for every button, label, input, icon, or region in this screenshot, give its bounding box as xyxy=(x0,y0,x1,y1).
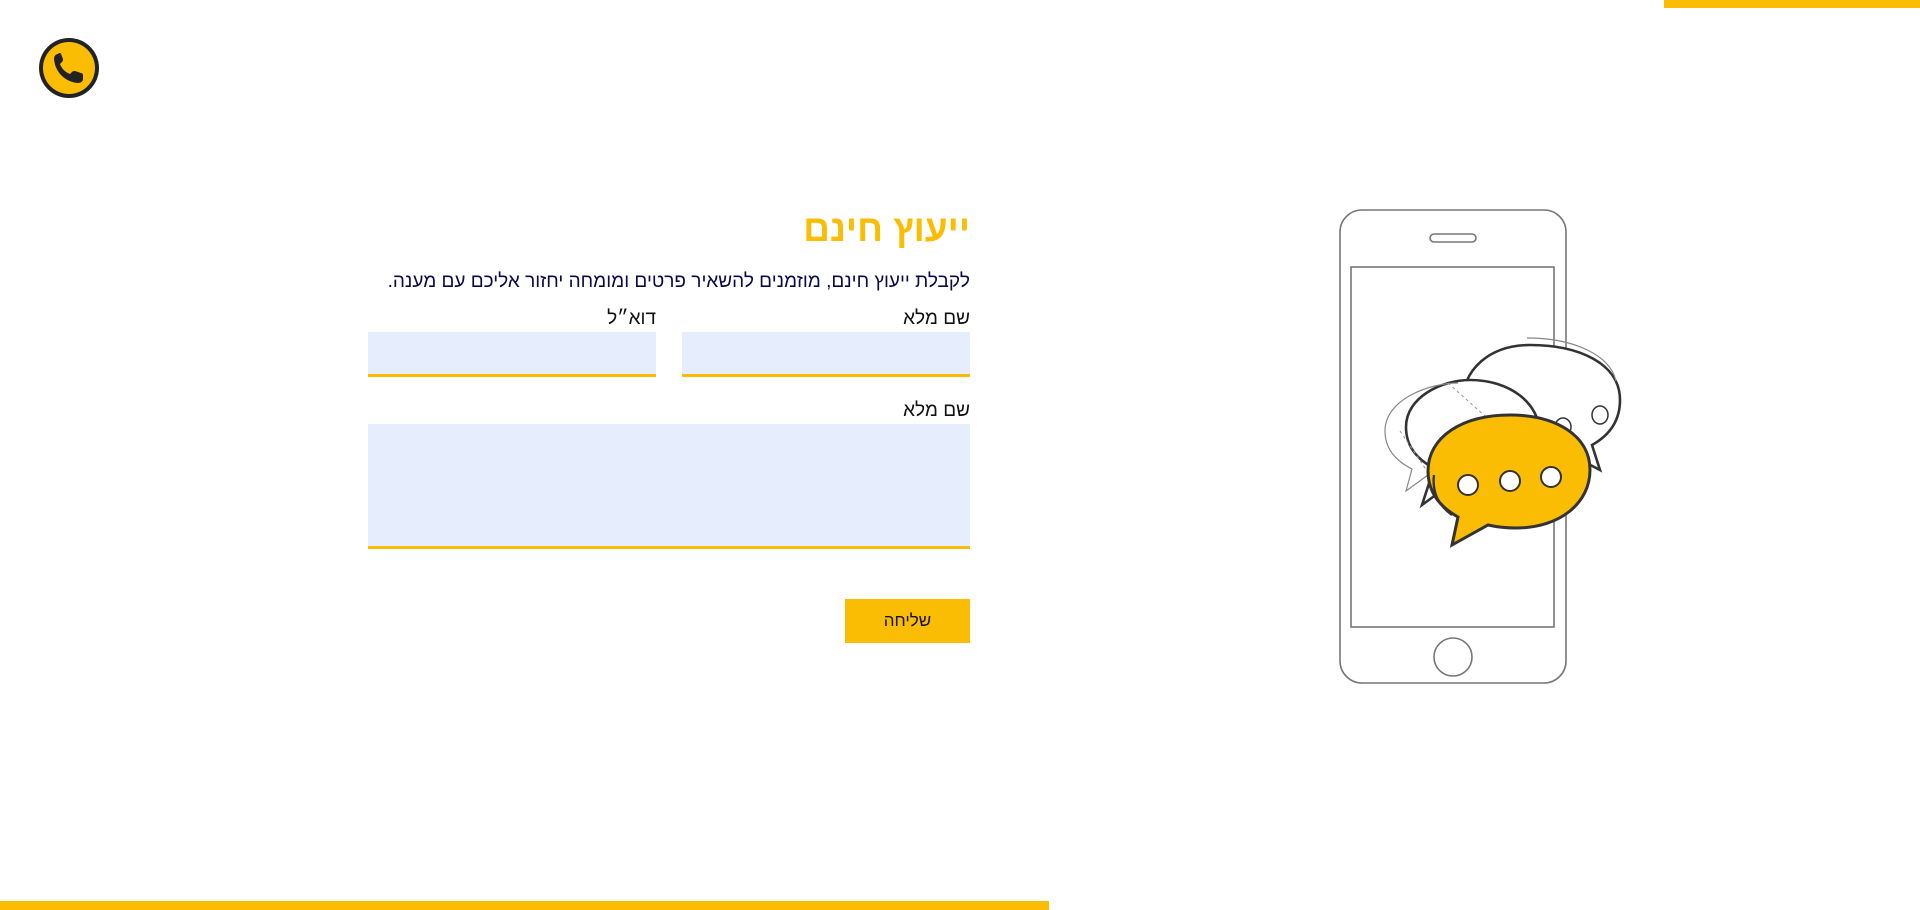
full-name-field: שם מלא xyxy=(682,308,970,377)
message-field: שם מלא xyxy=(368,400,970,549)
logo[interactable] xyxy=(37,36,101,100)
email-input[interactable] xyxy=(368,332,656,377)
form-title: ייעוץ חינם xyxy=(803,208,970,249)
form-row: שם מלא דוא״ל xyxy=(368,308,970,377)
full-name-label: שם מלא xyxy=(903,308,970,329)
email-label: דוא״ל xyxy=(607,308,656,329)
contact-form: ייעוץ חינם לקבלת ייעוץ חינם, מוזמנים להש… xyxy=(368,205,970,643)
email-field: דוא״ל xyxy=(368,308,656,377)
full-name-input[interactable] xyxy=(682,332,970,377)
message-label: שם מלא xyxy=(903,400,970,421)
phone-icon xyxy=(39,38,99,98)
message-textarea[interactable] xyxy=(368,424,970,549)
top-accent-bar xyxy=(1664,0,1920,8)
form-intro: לקבלת ייעוץ חינם, מוזמנים להשאיר פרטים ו… xyxy=(387,271,970,292)
phone-chat-bubbles-illustration xyxy=(1330,205,1650,690)
page: ייעוץ חינם לקבלת ייעוץ חינם, מוזמנים להש… xyxy=(0,0,1920,910)
submit-button[interactable]: שליחה xyxy=(845,599,970,643)
bottom-accent-bar xyxy=(0,901,1049,910)
